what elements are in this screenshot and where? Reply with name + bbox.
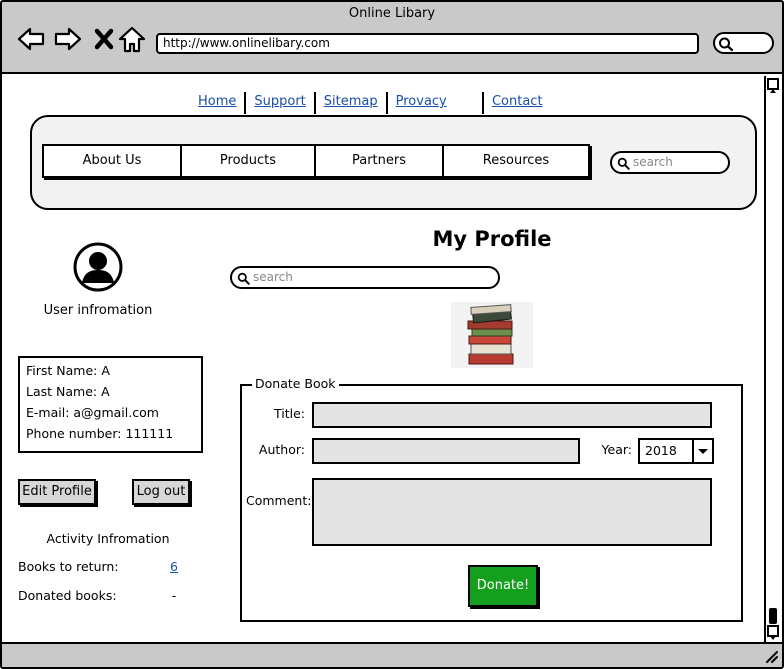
home-icon[interactable]	[117, 24, 147, 54]
resize-grip-icon[interactable]	[764, 649, 778, 663]
menu-partners[interactable]: Partners	[316, 146, 444, 176]
link-support[interactable]: Support	[246, 92, 316, 114]
back-arrow-icon[interactable]	[16, 24, 46, 54]
link-sitemap[interactable]: Sitemap	[316, 92, 388, 114]
nav-search-placeholder: search	[633, 155, 673, 169]
donate-button[interactable]: Donate!	[468, 565, 538, 607]
main-menu: About Us Products Partners Resources	[42, 144, 590, 178]
link-home[interactable]: Home	[190, 92, 247, 114]
last-name-text: Last Name: A	[26, 384, 110, 399]
url-bar[interactable]: http://www.onlinelibary.com	[156, 33, 699, 54]
scroll-down-button[interactable]	[767, 625, 779, 640]
book-stack-image	[451, 302, 533, 368]
chevron-down-icon	[698, 449, 708, 454]
comment-label: Comment:	[246, 493, 312, 508]
scroll-up-button[interactable]	[767, 78, 779, 93]
year-select[interactable]: 2018	[638, 438, 714, 464]
vertical-scrollbar[interactable]	[764, 76, 780, 642]
author-input[interactable]	[312, 438, 580, 464]
title-input[interactable]	[312, 402, 712, 428]
donate-book-legend: Donate Book	[252, 376, 339, 391]
scroll-thumb[interactable]	[769, 608, 777, 624]
window-title: Online Libary	[348, 6, 436, 21]
user-info-heading: User infromation	[43, 303, 153, 318]
browser-titlebar: Online Libary http://www.onlinelibary.co…	[2, 2, 782, 74]
forward-arrow-icon[interactable]	[53, 24, 83, 54]
donated-books-value: -	[171, 588, 177, 603]
menu-about-us[interactable]: About Us	[44, 146, 182, 176]
arrow-down-icon	[770, 636, 776, 640]
year-selected-value: 2018	[645, 443, 677, 458]
phone-number-text: Phone number: 111111	[26, 426, 174, 441]
user-info-box: First Name: A Last Name: A E-mail: a@gma…	[18, 356, 203, 453]
donate-book-form: Donate Book Title: Author: Year: 2018 Co…	[240, 376, 743, 622]
author-label: Author:	[258, 442, 305, 457]
edit-profile-button[interactable]: Edit Profile	[18, 479, 96, 505]
books-to-return-label: Books to return:	[18, 559, 119, 574]
year-dropdown-button[interactable]	[692, 440, 712, 462]
title-label: Title:	[274, 406, 305, 421]
profile-search-input[interactable]: search	[230, 266, 500, 289]
browser-statusbar	[2, 642, 782, 667]
email-text: E-mail: a@gmail.com	[26, 405, 159, 420]
close-x-icon[interactable]	[90, 24, 120, 54]
comment-textarea[interactable]	[312, 478, 712, 546]
browser-search-field[interactable]	[713, 32, 774, 54]
link-privacy-policy[interactable]: Provacy Policy	[388, 92, 484, 129]
nav-search-input[interactable]: search	[610, 151, 730, 174]
link-contact-us[interactable]: Contact Us	[484, 92, 560, 129]
search-icon	[617, 157, 630, 170]
user-avatar-icon	[73, 242, 123, 292]
menu-products[interactable]: Products	[182, 146, 316, 176]
search-icon	[719, 37, 734, 52]
arrow-up-icon	[770, 89, 776, 93]
top-links-bar: Home Support Sitemap Provacy Policy Cont…	[190, 92, 560, 129]
menu-resources[interactable]: Resources	[444, 146, 588, 176]
browser-window: Online Libary http://www.onlinelibary.co…	[0, 0, 784, 669]
search-icon	[237, 272, 250, 285]
logout-button[interactable]: Log out	[132, 479, 190, 505]
first-name-text: First Name: A	[26, 363, 110, 378]
profile-search-placeholder: search	[253, 270, 293, 284]
year-label: Year:	[601, 442, 632, 457]
books-to-return-link[interactable]: 6	[166, 559, 182, 574]
page-title: My Profile	[432, 227, 552, 251]
activity-info-heading: Activity Infromation	[46, 531, 170, 546]
donated-books-label: Donated books:	[18, 588, 117, 603]
